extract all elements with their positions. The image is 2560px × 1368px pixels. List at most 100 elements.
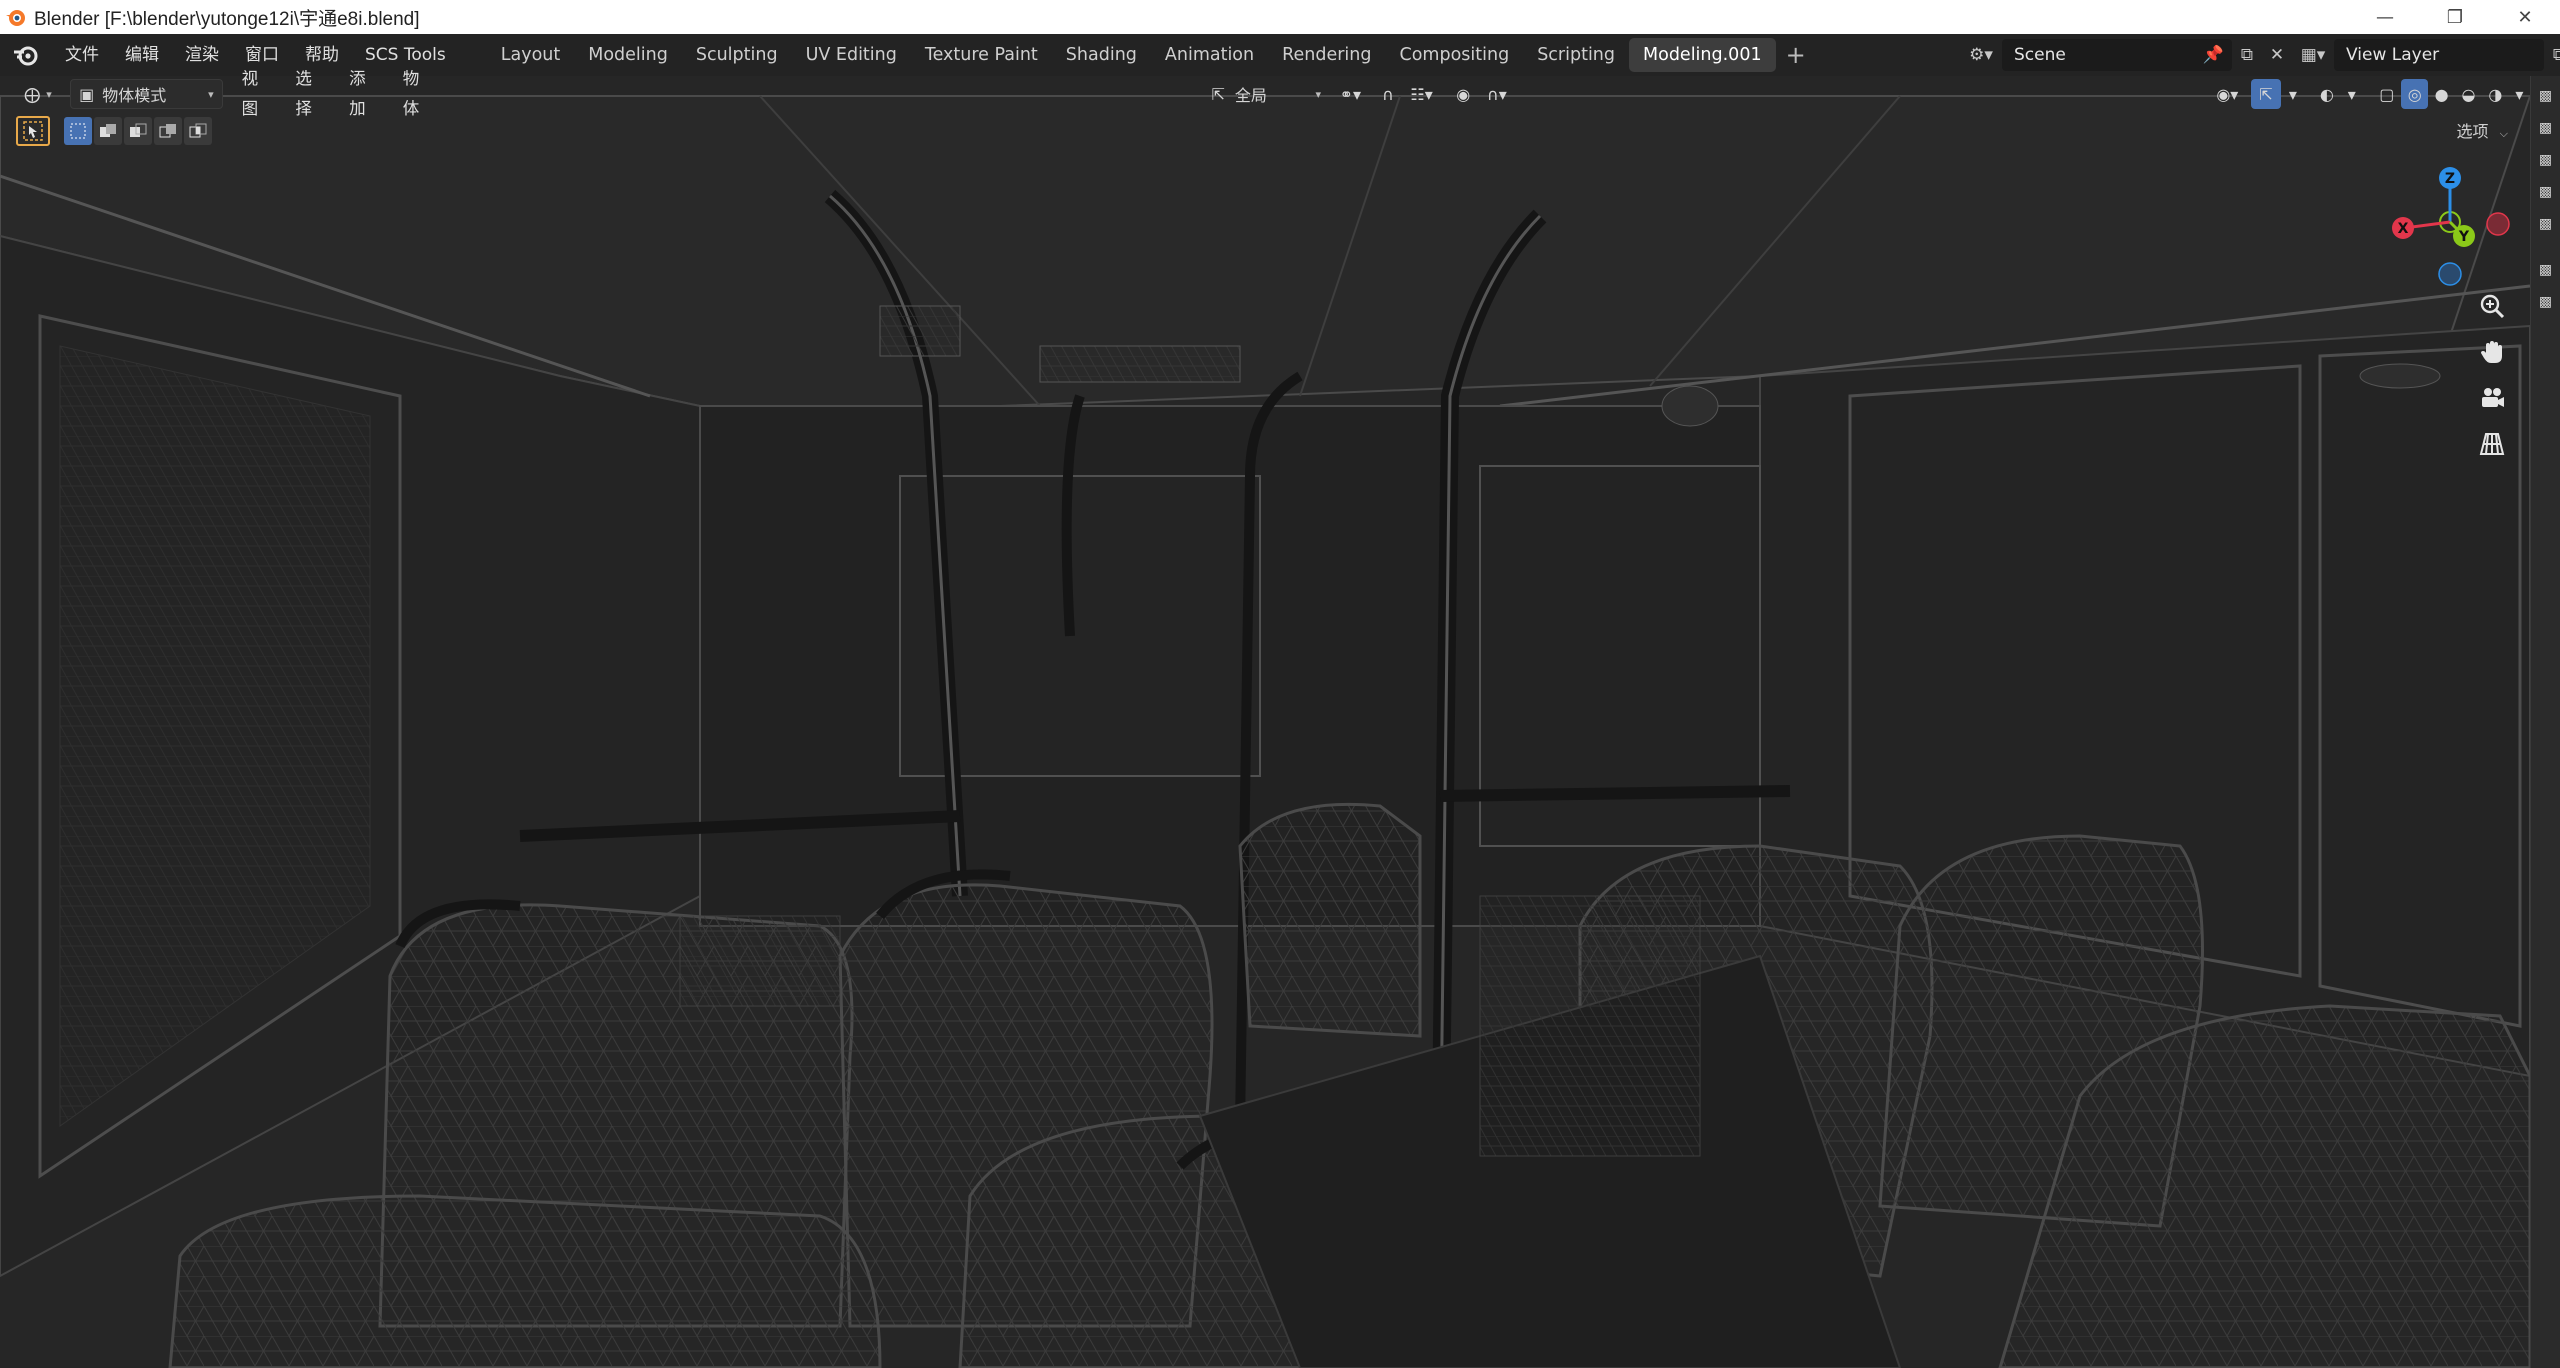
strip-item-icon[interactable]: ▩ bbox=[2535, 216, 2557, 238]
tab-rendering[interactable]: Rendering bbox=[1268, 38, 1385, 72]
pivot-point-button[interactable]: ⚭▾ bbox=[1331, 79, 1369, 109]
chevron-down-icon: ▾ bbox=[208, 87, 214, 101]
strip-item-icon[interactable]: ▩ bbox=[2535, 294, 2557, 316]
visibility-button[interactable]: ◉▾ bbox=[2208, 79, 2246, 109]
pin-icon[interactable]: 📌 bbox=[2203, 45, 2224, 65]
strip-item-icon[interactable]: ▩ bbox=[2535, 184, 2557, 206]
view-layer-field[interactable]: View Layer bbox=[2334, 39, 2544, 71]
tab-compositing[interactable]: Compositing bbox=[1385, 38, 1523, 72]
blender-app-icon bbox=[6, 10, 25, 26]
tab-layout[interactable]: Layout bbox=[487, 38, 575, 72]
gizmo-dropdown[interactable]: ▾ bbox=[2281, 79, 2304, 109]
scene-name: Scene bbox=[2014, 45, 2066, 65]
tab-animation[interactable]: Animation bbox=[1151, 38, 1268, 72]
gizmo-y-label: Y bbox=[2458, 229, 2470, 245]
menu-object[interactable]: 物体 bbox=[392, 64, 446, 124]
new-view-layer-icon[interactable]: ⧉ bbox=[2544, 39, 2560, 71]
scene-field[interactable]: Scene 📌 bbox=[2002, 39, 2232, 71]
delete-scene-icon[interactable]: ✕ bbox=[2262, 39, 2292, 71]
select-invert-icon bbox=[159, 124, 176, 138]
pivot-icon: ⚭▾ bbox=[1339, 84, 1362, 104]
menu-edit[interactable]: 编辑 bbox=[112, 34, 172, 76]
camera-view-icon[interactable] bbox=[2472, 378, 2512, 418]
close-icon[interactable]: ✕ bbox=[2490, 0, 2560, 34]
gizmo-toggle[interactable]: ⇱ bbox=[2250, 79, 2282, 109]
menu-add[interactable]: 添加 bbox=[338, 64, 392, 124]
cursor-icon bbox=[23, 121, 43, 141]
3d-viewport[interactable]: 选项 ⌵ bbox=[0, 76, 2530, 1368]
overlays-toggle[interactable]: ◐ bbox=[2312, 79, 2341, 109]
proportional-edit-toggle[interactable]: ◉ bbox=[1449, 79, 1478, 109]
zoom-icon[interactable] bbox=[2472, 286, 2512, 326]
select-intersect-icon bbox=[189, 123, 207, 138]
new-scene-icon[interactable]: ⧉ bbox=[2232, 39, 2262, 71]
select-intersect-mode[interactable] bbox=[184, 117, 212, 145]
object-mode-label: 物体模式 bbox=[102, 86, 167, 105]
window-titlebar: Blender [F:\blender\yutonge12i\宇通e8i.ble… bbox=[0, 0, 2560, 34]
selection-mode-group bbox=[64, 117, 214, 145]
falloff-curve-icon: ∩▾ bbox=[1487, 84, 1507, 104]
strip-item-icon[interactable]: ▩ bbox=[2535, 88, 2557, 110]
transform-orientation-dropdown[interactable]: ⇱ 全局 ▾ bbox=[1206, 79, 1322, 109]
pan-hand-icon[interactable] bbox=[2472, 332, 2512, 372]
menu-select[interactable]: 选择 bbox=[284, 64, 338, 124]
select-box-tool[interactable] bbox=[16, 116, 50, 146]
editor-type-icon: ⨁ bbox=[24, 84, 41, 104]
gizmo-x-label: X bbox=[2398, 221, 2409, 237]
tab-modeling-001[interactable]: Modeling.001 bbox=[1629, 38, 1776, 72]
tab-scripting[interactable]: Scripting bbox=[1523, 38, 1629, 72]
tab-uv-editing[interactable]: UV Editing bbox=[792, 38, 911, 72]
tab-shading[interactable]: Shading bbox=[1052, 38, 1151, 72]
snap-target-button[interactable]: ☷▾ bbox=[1402, 79, 1440, 109]
chevron-down-icon: ▾ bbox=[2288, 84, 2297, 104]
proportional-edit-icon: ◉ bbox=[1456, 84, 1471, 104]
select-invert-mode[interactable] bbox=[154, 117, 182, 145]
chevron-down-icon: ▾ bbox=[2347, 84, 2356, 104]
strip-item-icon[interactable]: ▩ bbox=[2535, 262, 2557, 284]
orientation-label: 全局 bbox=[1234, 86, 1267, 105]
snap-toggle[interactable]: ∩ bbox=[1374, 79, 1403, 109]
select-subtract-mode[interactable] bbox=[124, 117, 152, 145]
select-subtract-icon bbox=[130, 123, 147, 137]
add-workspace-button[interactable]: + bbox=[1776, 38, 1816, 72]
tool-settings-row bbox=[16, 116, 214, 146]
restore-icon[interactable]: ❐ bbox=[2420, 0, 2490, 34]
select-extend-icon bbox=[100, 124, 116, 137]
scene-browse-icon[interactable]: ⚙▾ bbox=[1966, 39, 1996, 71]
window-title: Blender [F:\blender\yutonge12i\宇通e8i.ble… bbox=[34, 8, 420, 30]
select-extend-mode[interactable] bbox=[94, 117, 122, 145]
view-layer-name: View Layer bbox=[2346, 45, 2440, 65]
gizmo-icon: ⇱ bbox=[2259, 84, 2273, 104]
magnet-icon: ∩ bbox=[1382, 84, 1394, 104]
snap-increment-icon: ☷▾ bbox=[1410, 84, 1433, 104]
tab-sculpting[interactable]: Sculpting bbox=[682, 38, 792, 72]
minimize-icon[interactable]: — bbox=[2350, 0, 2420, 34]
menu-render[interactable]: 渲染 bbox=[172, 34, 232, 76]
ortho-grid-icon[interactable] bbox=[2472, 424, 2512, 464]
workspace-tabs: Layout Modeling Sculpting UV Editing Tex… bbox=[487, 34, 1816, 76]
sidebar-toggle-strip: ▩ ▩ ▩ ▩ ▩ ▩ ▩ bbox=[2530, 76, 2560, 1368]
scene-selector-area: ⚙▾ Scene 📌 ⧉ ✕ ▦▾ View Layer ⧉ ✕ bbox=[1966, 38, 2560, 72]
view-layer-browse-icon[interactable]: ▦▾ bbox=[2298, 39, 2328, 71]
viewport-header: ⨁ ▾ ▣ 物体模式 ▾ 视图 选择 添加 物体 ⇱ 全局 ▾ ⚭▾ ∩ ☷▾ ◉… bbox=[0, 69, 2530, 118]
eye-icon: ◉▾ bbox=[2216, 84, 2239, 104]
tab-texture-paint[interactable]: Texture Paint bbox=[911, 38, 1052, 72]
orientation-icon: ⇱ bbox=[1211, 84, 1225, 104]
select-new-icon bbox=[70, 123, 86, 139]
navigation-gizmo[interactable]: Z X Y bbox=[2380, 88, 2530, 298]
editor-type-button[interactable]: ⨁ ▾ bbox=[14, 79, 62, 109]
strip-item-icon[interactable]: ▩ bbox=[2535, 152, 2557, 174]
chevron-down-icon: ▾ bbox=[46, 87, 52, 101]
wireframe-scene[interactable] bbox=[0, 76, 2530, 1368]
blender-logo-icon[interactable] bbox=[0, 34, 52, 76]
menu-file[interactable]: 文件 bbox=[52, 34, 112, 76]
strip-item-icon[interactable]: ▩ bbox=[2535, 120, 2557, 142]
object-mode-icon: ▣ bbox=[79, 84, 95, 104]
object-mode-dropdown[interactable]: ▣ 物体模式 ▾ bbox=[70, 79, 223, 109]
gizmo-z-label: Z bbox=[2445, 171, 2455, 187]
menu-view[interactable]: 视图 bbox=[231, 64, 285, 124]
proportional-falloff-button[interactable]: ∩▾ bbox=[1478, 79, 1516, 109]
tab-modeling[interactable]: Modeling bbox=[574, 38, 682, 72]
select-new-mode[interactable] bbox=[64, 117, 92, 145]
overlays-dropdown[interactable]: ▾ bbox=[2341, 79, 2362, 109]
